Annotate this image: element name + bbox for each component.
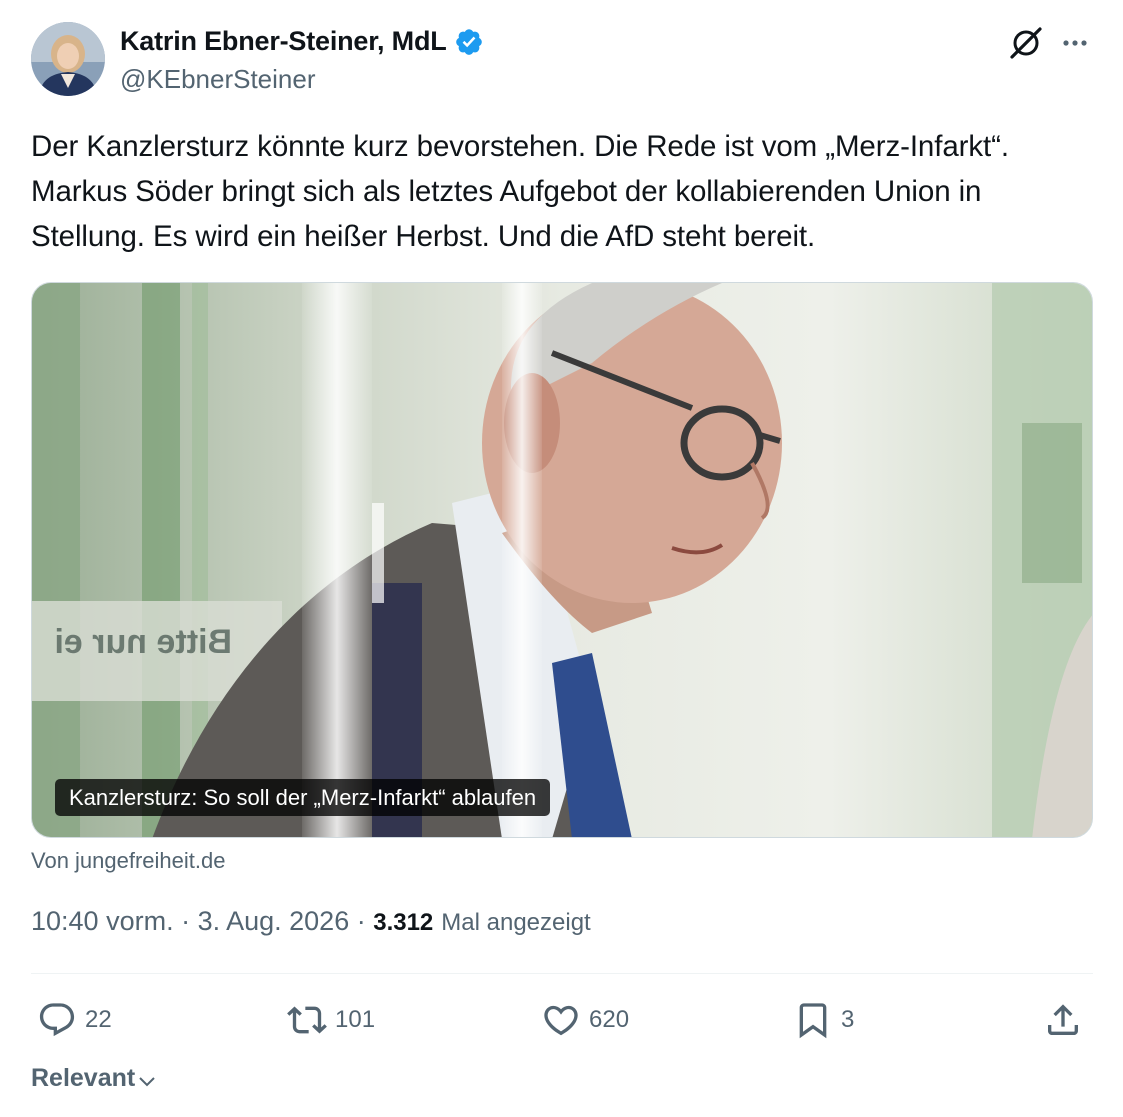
bookmark-count: 3 xyxy=(841,1006,855,1033)
like-button[interactable]: 620 xyxy=(541,998,629,1042)
meta-separator: · xyxy=(173,906,198,936)
views-label: Mal angezeigt xyxy=(441,909,591,936)
views-count: 3.312 xyxy=(373,909,434,936)
replies-sort-label: Relevant xyxy=(31,1064,136,1092)
tweet-meta: 10:40 vorm. · 3. Aug. 2026 · 3.312 Mal a… xyxy=(31,906,591,937)
share-button[interactable] xyxy=(1043,998,1083,1042)
more-dots-icon[interactable] xyxy=(1057,28,1093,58)
bookmark-button[interactable]: 3 xyxy=(793,998,854,1042)
author-avatar[interactable] xyxy=(31,22,105,96)
reply-button[interactable]: 22 xyxy=(37,998,112,1042)
reflected-sign-text: Bitte nur ei xyxy=(54,623,232,661)
tweet-header: Katrin Ebner-Steiner, MdL @KEbnerSteiner xyxy=(31,22,1093,98)
replies-sort-dropdown[interactable]: Relevant xyxy=(31,1064,157,1093)
reply-icon xyxy=(39,1003,75,1037)
avatar-image xyxy=(31,22,105,96)
reply-count: 22 xyxy=(85,1006,112,1033)
author-handle[interactable]: @KEbnerSteiner xyxy=(120,64,316,95)
author-name[interactable]: Katrin Ebner-Steiner, MdL xyxy=(120,26,447,57)
bookmark-icon xyxy=(799,1003,827,1039)
verified-badge-icon xyxy=(455,28,482,55)
grok-icon[interactable] xyxy=(1007,24,1045,62)
tweet-time[interactable]: 10:40 vorm. xyxy=(31,906,174,937)
card-photo: Bitte nur ei xyxy=(32,283,1092,837)
tweet-date[interactable]: 3. Aug. 2026 xyxy=(198,906,350,937)
repost-button[interactable]: 101 xyxy=(287,998,375,1042)
tweet-text: Der Kanzlersturz könnte kurz bevorstehen… xyxy=(31,130,1009,253)
card-caption: Kanzlersturz: So soll der „Merz-Infarkt“… xyxy=(55,779,551,816)
author-name-row: Katrin Ebner-Steiner, MdL xyxy=(120,26,484,57)
like-count: 620 xyxy=(589,1006,630,1033)
repost-count: 101 xyxy=(335,1006,376,1033)
divider xyxy=(31,973,1093,974)
heart-icon xyxy=(544,1005,578,1036)
chevron-down-icon xyxy=(139,1076,155,1086)
action-bar: 22 101 620 3 xyxy=(31,998,1093,1042)
repost-icon xyxy=(287,1006,327,1034)
meta-separator: · xyxy=(349,906,374,936)
link-card[interactable]: Bitte nur ei Kanzlersturz: So soll der „… xyxy=(31,282,1093,838)
share-icon xyxy=(1048,1004,1078,1035)
card-source[interactable]: Von jungefreiheit.de xyxy=(31,848,226,874)
